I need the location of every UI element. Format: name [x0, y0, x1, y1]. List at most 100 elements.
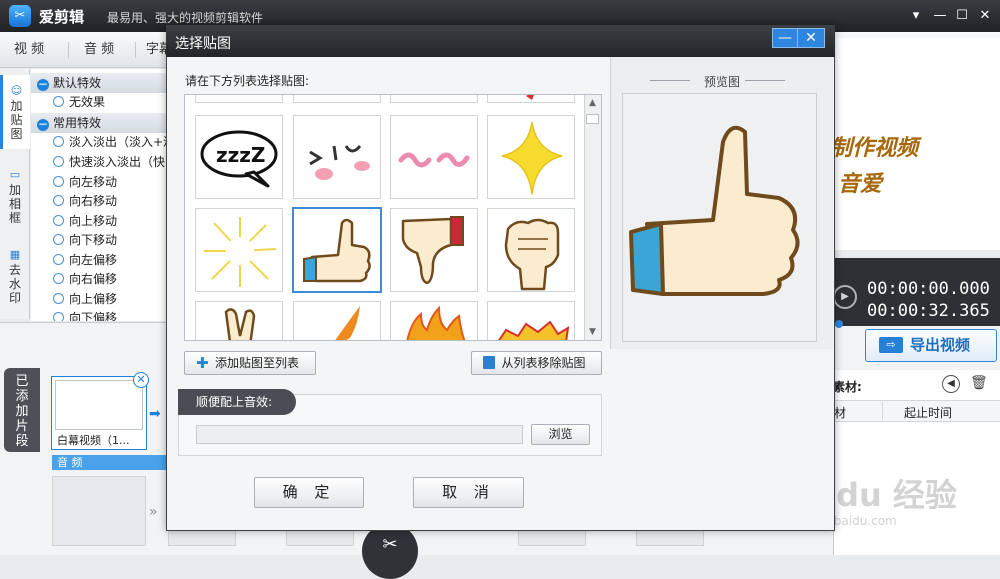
effect-label: 向下偏移 [69, 311, 118, 321]
vtab-label: 去 水 印 [8, 263, 21, 305]
column-header-time[interactable]: 起止时间 [904, 404, 952, 421]
red-mark-icon [526, 95, 534, 100]
effect-item[interactable]: 无效果 [31, 93, 166, 113]
effects-group-common[interactable]: − 常用特效 [31, 113, 166, 133]
sticker-flame-orange[interactable] [293, 301, 381, 340]
thumbs-up-preview-icon [629, 125, 800, 296]
scrollbar-thumb[interactable] [586, 114, 599, 124]
radio-icon [53, 136, 64, 147]
effect-item[interactable]: 向上移动 [31, 212, 166, 232]
sticker-icon: ☺ [10, 84, 23, 97]
export-icon: ⇨ [879, 337, 903, 353]
effect-item[interactable]: 向下移动 [31, 231, 166, 251]
frame-icon: ▭ [9, 168, 21, 181]
sticker-victory-hand[interactable] [195, 301, 283, 340]
effect-item[interactable]: 向左偏移 [31, 251, 166, 271]
ok-button[interactable]: 确 定 [254, 477, 364, 508]
pink-swirl-icon [398, 152, 470, 168]
browse-button[interactable]: 浏览 [531, 424, 590, 445]
effect-item[interactable]: 向右移动 [31, 192, 166, 212]
play-icon[interactable]: ▶ [833, 285, 857, 309]
sticker-zzz[interactable]: zzzZ [195, 115, 283, 199]
radio-icon [53, 176, 64, 187]
sound-effect-label: 顺便配上音效: [178, 389, 296, 415]
audio-track-label: 音 频 [52, 455, 169, 470]
vtab-add-sticker[interactable]: ☺ 加 贴 图 [0, 75, 30, 149]
sticker-pink-swirl[interactable] [390, 115, 478, 199]
group-label: 常用特效 [53, 116, 102, 130]
sticker-comic-text[interactable] [487, 301, 575, 340]
tab-video[interactable]: 视 频 [14, 32, 44, 68]
scissor-icon[interactable]: ✂ [362, 523, 418, 579]
scroll-down-icon[interactable]: ▼ [585, 325, 600, 339]
tab-audio[interactable]: 音 频 [84, 32, 114, 68]
sticker-tile[interactable] [390, 95, 478, 103]
sticker-list: zzzZ [184, 94, 602, 341]
trash-icon[interactable]: 🗑 [970, 375, 988, 391]
mosaic-icon: ▦ [9, 248, 21, 261]
fire-icon [406, 305, 466, 340]
sunburst-icon [204, 217, 277, 287]
dialog-title: 选择贴图 [175, 36, 231, 52]
effect-item[interactable]: 淡入淡出（淡入+淡 [31, 133, 166, 153]
added-clips-label: 已 添 加 片 段 [4, 368, 40, 452]
sticker-tile[interactable] [195, 95, 283, 103]
maximize-icon[interactable]: ☐ [952, 6, 972, 26]
effect-label: 向上移动 [69, 214, 118, 228]
radio-icon [53, 156, 64, 167]
speech-bubble-icon: zzzZ [200, 130, 278, 188]
skin-icon[interactable]: ▾ [906, 6, 926, 26]
effect-label: 快速淡入淡出（快 [69, 155, 166, 169]
effect-label: 向上偏移 [69, 292, 118, 306]
effects-group-default[interactable]: − 默认特效 [31, 73, 166, 93]
effect-item[interactable]: 向下偏移 [31, 309, 166, 321]
empty-clip-slot[interactable] [52, 476, 146, 546]
group-label: 默认特效 [53, 76, 102, 90]
sticker-fire[interactable] [390, 301, 478, 340]
app-name: 爱剪辑 [39, 8, 85, 26]
sound-file-path-input[interactable] [196, 425, 523, 444]
back-icon[interactable]: ◀ [942, 375, 960, 393]
current-time: 00:00:00.000 [867, 279, 990, 299]
column-divider [882, 402, 883, 420]
volume-knob[interactable] [835, 320, 843, 328]
sticker-tile[interactable] [487, 95, 575, 103]
sticker-preview-box [622, 93, 817, 342]
trash-icon [483, 356, 495, 369]
sticker-thumbs-up[interactable] [292, 207, 382, 293]
effect-item[interactable]: 向右偏移 [31, 270, 166, 290]
victory-hand-icon [224, 308, 256, 340]
vtab-remove-watermark[interactable]: ▦ 去 水 印 [0, 241, 30, 315]
sticker-yellow-star[interactable] [487, 115, 575, 199]
sticker-fist[interactable] [487, 208, 575, 292]
clip-thumbnail[interactable] [55, 380, 143, 430]
dialog-minimize-icon[interactable]: — [772, 28, 798, 48]
effect-item[interactable]: 快速淡入淡出（快 [31, 153, 166, 173]
sticker-thumbs-down[interactable] [390, 208, 478, 292]
tab-divider [68, 42, 69, 58]
minimize-icon[interactable]: — [930, 6, 950, 26]
music-note-icon: ♪ [280, 390, 293, 414]
radio-icon [53, 215, 64, 226]
effect-item[interactable]: 向左移动 [31, 173, 166, 193]
vtab-add-frame[interactable]: ▭ 加 相 框 [0, 161, 30, 235]
column-header-material[interactable]: 材 [834, 404, 846, 421]
zzz-text: zzzZ [216, 143, 265, 167]
sticker-tile[interactable] [293, 95, 381, 103]
effect-label: 向下移动 [69, 233, 118, 247]
sticker-blush-face[interactable] [293, 115, 381, 199]
sticker-sunburst[interactable] [195, 208, 283, 292]
radio-icon [53, 254, 64, 265]
dialog-close-icon[interactable]: ✕ [797, 28, 825, 48]
sticker-list-scrollbar[interactable] [584, 95, 601, 340]
blush-face-icon [309, 145, 370, 180]
close-icon[interactable]: ✕ [975, 6, 995, 26]
clip-close-icon[interactable]: ✕ [133, 372, 149, 388]
effect-label: 向右移动 [69, 194, 118, 208]
radio-icon [53, 234, 64, 245]
effect-item[interactable]: 向上偏移 [31, 290, 166, 310]
preview-overlay-text: 音爱 [838, 171, 883, 197]
cancel-button[interactable]: 取 消 [413, 477, 524, 508]
app-logo-icon: ✂ [9, 5, 31, 27]
scroll-up-icon[interactable]: ▲ [585, 96, 600, 110]
